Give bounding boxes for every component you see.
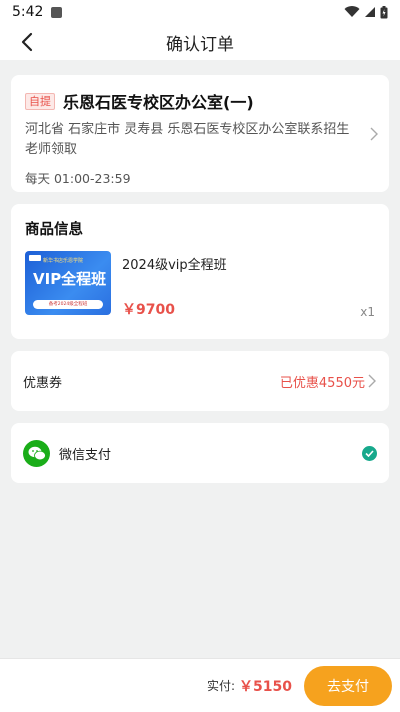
coupon-discount: 已优惠4550元 xyxy=(279,375,365,391)
signal-icon xyxy=(365,7,375,17)
status-time: 5:42 xyxy=(12,4,44,20)
status-bar: 5:42 xyxy=(0,0,400,24)
coupon-label: 优惠券 xyxy=(23,375,63,391)
product-price: ￥9700 xyxy=(122,302,175,318)
thumbnail-subtitle: 备考2024级全程班 xyxy=(33,300,103,309)
total-amount: ￥5150 xyxy=(239,678,292,695)
pickup-hours: 每天 01:00-23:59 xyxy=(25,171,131,186)
navigation-bar: 确认订单 xyxy=(0,24,400,60)
goods-info-card: 商品信息 新华书店乐恩学院 VIP全程班 备考2024级全程班 2024级vip… xyxy=(11,204,389,339)
pickup-address-card[interactable]: 自提 乐恩石医专校区办公室(一) 河北省 石家庄市 灵寿县 乐恩石医专校区办公室… xyxy=(11,75,389,192)
notification-icon xyxy=(51,6,63,18)
wechat-pay-icon xyxy=(23,439,50,467)
checkout-bar: 实付: ￥5150 去支付 xyxy=(0,658,400,712)
product-thumbnail: 新华书店乐恩学院 VIP全程班 备考2024级全程班 xyxy=(25,251,111,315)
wifi-icon xyxy=(344,6,360,18)
payment-method-label: 微信支付 xyxy=(59,447,112,463)
thumbnail-logo xyxy=(29,255,41,261)
page-content: 自提 乐恩石医专校区办公室(一) 河北省 石家庄市 灵寿县 乐恩石医专校区办公室… xyxy=(0,60,400,712)
pickup-address-detail: 河北省 石家庄市 灵寿县 乐恩石医专校区办公室联系招生老师领取 xyxy=(25,122,350,157)
pickup-tag: 自提 xyxy=(25,92,55,110)
page-title: 确认订单 xyxy=(166,34,234,55)
coupon-row[interactable]: 优惠券 已优惠4550元 xyxy=(11,351,389,411)
total-label: 实付: xyxy=(206,679,236,693)
payment-method-row[interactable]: 微信支付 xyxy=(11,423,389,483)
product-quantity: x1 xyxy=(360,305,375,319)
goods-section-title: 商品信息 xyxy=(25,222,83,238)
product-name: 2024级vip全程班 xyxy=(122,258,227,273)
battery-icon xyxy=(380,5,388,18)
thumbnail-caption: 新华书店乐恩学院 xyxy=(43,258,84,264)
chevron-right-icon xyxy=(370,127,378,141)
pickup-location-title: 乐恩石医专校区办公室(一) xyxy=(63,93,254,112)
goods-item[interactable]: 新华书店乐恩学院 VIP全程班 备考2024级全程班 2024级vip全程班 ￥… xyxy=(25,251,375,319)
thumbnail-headline: VIP全程班 xyxy=(33,270,107,288)
chevron-right-icon xyxy=(368,374,376,388)
back-arrow-icon[interactable] xyxy=(16,30,40,54)
pay-button[interactable]: 去支付 xyxy=(304,665,392,706)
check-circle-icon[interactable] xyxy=(362,445,377,461)
status-icons xyxy=(344,5,388,19)
